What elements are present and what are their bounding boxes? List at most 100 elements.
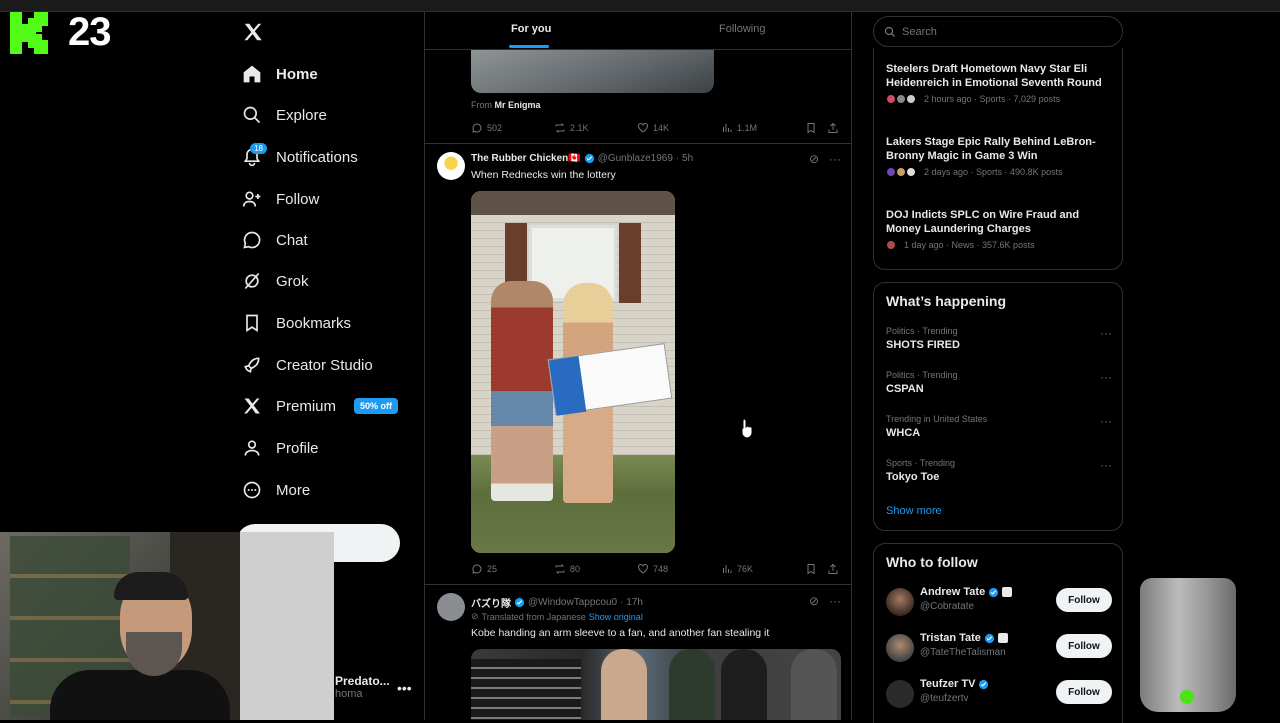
media-source: From Mr Enigma (471, 100, 541, 110)
repost-button[interactable]: 2.1K (554, 122, 589, 134)
nav-label: Creator Studio (276, 356, 373, 374)
nav-label: Follow (276, 190, 320, 208)
follow-button[interactable]: Follow (1056, 588, 1112, 612)
avatar[interactable] (437, 593, 465, 621)
verified-badge-icon (979, 679, 989, 689)
nav-follow[interactable]: Follow (242, 184, 319, 214)
avatar[interactable] (886, 634, 914, 662)
author-handle[interactable]: @WindowTappcou0 (528, 597, 617, 608)
search-icon (243, 106, 261, 124)
post-text: Kobe handing an arm sleeve to a fan, and… (471, 627, 770, 639)
news-title: Lakers Stage Epic Rally Behind LeBron-Br… (886, 136, 1096, 162)
mouse-cursor-icon (741, 418, 753, 438)
avatar[interactable] (886, 588, 914, 616)
nav-label: Home (276, 65, 318, 83)
nav-more[interactable]: More (242, 475, 310, 505)
like-button[interactable]: 14K (637, 122, 669, 134)
heart-icon (638, 564, 648, 574)
search-box[interactable]: Search (873, 16, 1123, 47)
verified-badge-icon (984, 633, 995, 643)
x-logo-icon[interactable] (242, 21, 264, 43)
more-circle-icon (243, 481, 261, 499)
search-placeholder: Search (902, 25, 937, 38)
notification-badge: 18 (250, 143, 267, 154)
more-icon[interactable]: ··· (1100, 326, 1112, 340)
tab-following[interactable]: Following (719, 23, 765, 35)
globe-icon: ⊘ (471, 611, 479, 621)
rocket-icon (244, 357, 260, 373)
nav-creator-studio[interactable]: Creator Studio (242, 350, 373, 380)
post-video[interactable] (471, 649, 841, 720)
follow-button[interactable]: Follow (1056, 680, 1112, 704)
views-button[interactable]: 1.1M (721, 122, 757, 134)
heart-icon (638, 123, 648, 133)
trend-item[interactable]: Trending in United States WHCA ··· (886, 414, 1112, 439)
repost-icon (555, 564, 565, 574)
author-handle[interactable]: @Gunblaze1969 (598, 153, 673, 164)
bookmark-button[interactable] (805, 122, 817, 134)
show-more-link[interactable]: Show more (886, 505, 942, 517)
trend-item[interactable]: Politics · Trending SHOTS FIRED ··· (886, 326, 1112, 351)
reply-icon (472, 123, 482, 133)
author-name[interactable]: The Rubber Chicken🇨🇦 (471, 153, 581, 164)
bookmark-icon (246, 314, 258, 333)
post-divider (425, 584, 851, 585)
more-icon[interactable]: ··· (1100, 414, 1112, 428)
home-icon (243, 65, 261, 83)
avatar[interactable] (437, 152, 465, 180)
share-button[interactable] (827, 122, 839, 134)
trend-item[interactable]: Politics · Trending CSPAN ··· (886, 370, 1112, 395)
views-button[interactable]: 76K (721, 563, 753, 575)
account-switcher[interactable]: Predato... homa (335, 674, 390, 700)
like-button[interactable]: 748 (637, 563, 668, 575)
previous-post-actions: 502 2.1K 14K 1.1M (471, 122, 841, 136)
news-title: Steelers Draft Hometown Navy Star Eli He… (886, 63, 1102, 89)
post-photo[interactable] (471, 191, 675, 553)
verified-badge-icon (514, 597, 525, 608)
nav-grok[interactable]: Grok (242, 266, 309, 296)
nav-notifications[interactable]: 18 Notifications (242, 142, 358, 172)
post-header: The Rubber Chicken🇨🇦 @Gunblaze1969 · 5h (471, 153, 693, 164)
grok-icon[interactable]: ⊘ (809, 152, 819, 166)
follow-suggestion[interactable]: Tristan Tate @TateTheTalisman Follow (886, 630, 1112, 666)
nav-profile[interactable]: Profile (242, 433, 319, 463)
follow-suggestion[interactable]: Andrew Tate @Cobratate Follow (886, 584, 1112, 620)
grok-icon[interactable]: ⊘ (809, 594, 819, 608)
nav-premium[interactable]: Premium 50% off (242, 391, 399, 421)
share-icon (828, 122, 838, 133)
reply-button[interactable]: 502 (471, 122, 502, 134)
show-original-link[interactable]: Show original (589, 612, 643, 622)
avatar[interactable] (886, 680, 914, 708)
more-icon[interactable]: ··· (829, 594, 841, 608)
nav-home[interactable]: Home (242, 59, 318, 89)
card-title: Who to follow (886, 554, 978, 570)
more-icon[interactable]: ··· (1100, 458, 1112, 472)
post-time[interactable]: · 17h (620, 597, 643, 608)
trend-item[interactable]: Sports · Trending Tokyo Toe ··· (886, 458, 1112, 483)
author-name[interactable]: バズり隊 (471, 595, 511, 610)
post-time[interactable]: · 5h (676, 153, 693, 164)
news-item[interactable]: Lakers Stage Epic Rally Behind LeBron-Br… (886, 135, 1112, 177)
follow-button[interactable]: Follow (1056, 634, 1112, 658)
previous-post-media[interactable] (471, 50, 714, 93)
reply-button[interactable]: 25 (471, 563, 497, 575)
post-divider (425, 143, 851, 144)
news-meta: 2 days ago · Sports · 490.8K posts (924, 167, 1063, 177)
bookmark-button[interactable] (805, 563, 817, 575)
news-title: DOJ Indicts SPLC on Wire Fraud and Money… (886, 209, 1080, 235)
post-actions: 25 80 748 76K (471, 563, 841, 577)
more-icon[interactable]: ··· (829, 152, 841, 166)
webcam-overlay (0, 532, 334, 720)
repost-button[interactable]: 80 (554, 563, 580, 575)
nav-bookmarks[interactable]: Bookmarks (242, 308, 351, 338)
feed-tabs: For you Following (425, 12, 851, 50)
news-item[interactable]: Steelers Draft Hometown Navy Star Eli He… (886, 62, 1112, 104)
nav-explore[interactable]: Explore (242, 100, 327, 130)
follow-suggestion[interactable]: Teufzer TV @teufzertv Follow (886, 676, 1112, 712)
account-more-icon[interactable]: ••• (397, 680, 412, 696)
share-button[interactable] (827, 563, 839, 575)
more-icon[interactable]: ··· (1100, 370, 1112, 384)
nav-chat[interactable]: Chat (242, 225, 308, 255)
tab-for-you[interactable]: For you (511, 23, 551, 35)
news-item[interactable]: DOJ Indicts SPLC on Wire Fraud and Money… (886, 208, 1112, 250)
